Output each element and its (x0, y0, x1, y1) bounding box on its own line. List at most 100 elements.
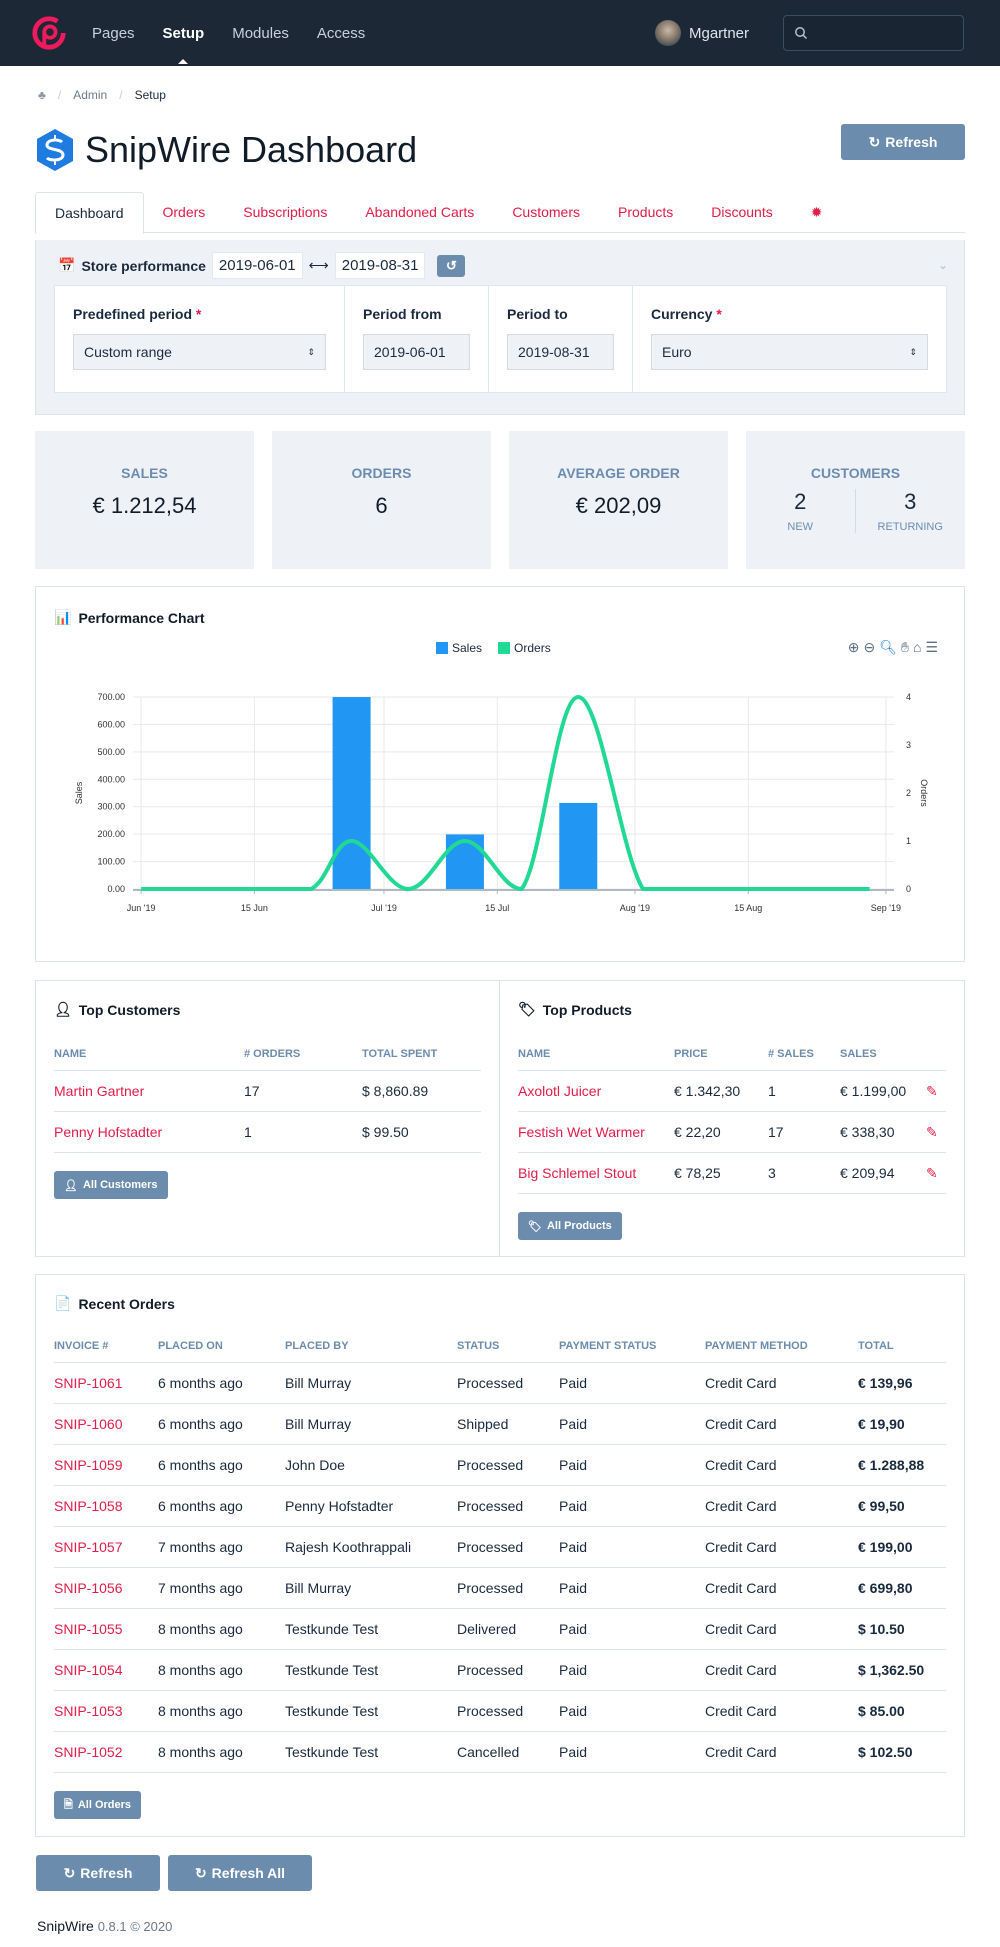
table-row: SNIP-1055 8 months ago Testkunde Test Deliv… (54, 1608, 946, 1650)
row-link[interactable]: SNIP-1053 (54, 1690, 158, 1732)
breadcrumb-setup[interactable]: Setup (135, 88, 166, 102)
row-cell: Processed (457, 1362, 559, 1404)
search-input[interactable] (783, 15, 964, 51)
all-products-label: All Products (546, 1220, 612, 1232)
tab-settings[interactable]: ✹ (792, 192, 842, 233)
row-link[interactable]: Festish Wet Warmer (518, 1111, 674, 1153)
predefined-period-select[interactable]: Custom range ⇕ (73, 334, 326, 370)
orders-line (141, 695, 870, 891)
top-customers-panel: 👤︎ Top Customers NAME # ORDERS TOTAL SPE… (35, 980, 500, 1257)
user-menu[interactable]: Mgartner (655, 20, 749, 46)
row-link[interactable]: SNIP-1060 (54, 1403, 158, 1445)
row-cell: € 199,00 (858, 1526, 946, 1568)
row-link[interactable]: SNIP-1054 (54, 1649, 158, 1691)
tab-subscriptions[interactable]: Subscriptions (224, 192, 346, 233)
row-link[interactable]: Axolotl Juicer (518, 1070, 674, 1112)
tab-customers[interactable]: Customers (493, 192, 599, 233)
row-cell: € 99,50 (858, 1485, 946, 1527)
nav-access[interactable]: Access (317, 25, 365, 42)
row-cell: Testkunde Test (285, 1649, 457, 1691)
row-cell: 8 months ago (158, 1731, 285, 1773)
tab-dashboard[interactable]: Dashboard (35, 192, 144, 234)
reset-period-button[interactable]: ↺ (437, 254, 466, 277)
row-cell: Bill Murray (285, 1403, 457, 1445)
undo-icon: ↺ (446, 257, 457, 273)
performance-chart: 0.00 100.00 200.00 300.00 400.00 500.00 600.00… (74, 692, 929, 913)
row-cell: Paid (559, 1690, 705, 1732)
row-link[interactable]: SNIP-1052 (54, 1731, 158, 1773)
table-row: SNIP-1061 6 months ago Bill Murray Processe… (54, 1362, 946, 1404)
store-performance-header[interactable]: 📅 Store performance 2019-06-01 ⟷ 2019-08… (58, 252, 466, 279)
period-from-input[interactable]: 2019-06-01 (363, 334, 470, 370)
row-link[interactable]: SNIP-1056 (54, 1567, 158, 1609)
col-status: STATUS (457, 1340, 559, 1363)
row-cell: $ 99.50 (362, 1111, 481, 1153)
y-tick-label: 100.00 (97, 857, 125, 867)
top-customers-title-text: Top Customers (78, 1001, 181, 1018)
col-invoice: INVOICE # (54, 1340, 158, 1363)
row-link[interactable]: Penny Hofstadter (54, 1111, 244, 1153)
nav-pages[interactable]: Pages (92, 25, 135, 42)
currency-select[interactable]: Euro ⇕ (651, 334, 928, 370)
row-cell: Paid (559, 1608, 705, 1650)
all-products-button[interactable]: 🏷︎ All Products (518, 1212, 622, 1240)
recent-orders-table: INVOICE # PLACED ON PLACED BY STATUS PAY… (54, 1340, 946, 1773)
x-tick-label: 15 Aug (734, 903, 762, 913)
all-orders-button[interactable]: 🗎 All Orders (54, 1791, 142, 1819)
edit-icon[interactable]: ✎ (926, 1083, 938, 1099)
row-link[interactable]: SNIP-1058 (54, 1485, 158, 1527)
nav-modules[interactable]: Modules (232, 25, 289, 42)
refresh-button[interactable]: ↻ Refresh (841, 124, 965, 160)
user-icon: 👤︎ (64, 1179, 78, 1192)
tab-discounts[interactable]: Discounts (692, 192, 791, 233)
period-to-input[interactable]: 2019-08-31 (507, 334, 614, 370)
document-icon: 📄 (54, 1295, 72, 1311)
edit-icon[interactable]: ✎ (926, 1124, 938, 1140)
tab-orders[interactable]: Orders (144, 192, 225, 233)
edit-icon[interactable]: ✎ (926, 1165, 938, 1181)
currency-label: Currency * (651, 306, 928, 322)
processwire-logo-icon[interactable] (30, 14, 68, 52)
sales-bar (559, 802, 598, 889)
y-tick-label: 0.00 (107, 884, 125, 894)
y-tick-label: 500.00 (97, 747, 125, 757)
table-row: SNIP-1053 8 months ago Testkunde Test Proce… (54, 1690, 946, 1732)
row-link[interactable]: SNIP-1061 (54, 1362, 158, 1404)
row-link[interactable]: Martin Gartner (54, 1070, 244, 1112)
all-customers-button[interactable]: 👤︎ All Customers (54, 1171, 168, 1199)
row-cell: $ 10.50 (858, 1608, 946, 1650)
row-cell: 6 months ago (158, 1485, 285, 1527)
y2-tick-label: 1 (906, 836, 911, 846)
row-cell: 8 months ago (158, 1608, 285, 1650)
row-cell: Credit Card (705, 1485, 858, 1527)
tree-icon[interactable]: ♣ (38, 88, 46, 102)
y-tick-label: 300.00 (97, 802, 125, 812)
chevron-down-icon[interactable]: ⌄ (938, 258, 948, 272)
row-link[interactable]: Big Schlemel Stout (518, 1152, 674, 1194)
tab-products[interactable]: Products (599, 192, 692, 233)
performance-chart-panel: 📊 Performance Chart Sales Orders ⊕ ⊖ 🔍︎ … (35, 586, 965, 962)
row-link[interactable]: SNIP-1057 (54, 1526, 158, 1568)
row-cell: 1 (768, 1070, 840, 1112)
refresh-button-label: Refresh (885, 134, 938, 150)
col-total-spent: TOTAL SPENT (362, 1048, 481, 1071)
row-link[interactable]: SNIP-1059 (54, 1444, 158, 1486)
table-row: Martin Gartner 17 $ 8,860.89 (54, 1070, 481, 1112)
table-header-row: NAME PRICE # SALES SALES (518, 1048, 946, 1071)
y-tick-label: 700.00 (97, 692, 125, 702)
table-row: Big Schlemel Stout € 78,25 3 € 209,94 ✎ (518, 1152, 946, 1194)
refresh-all-button[interactable]: ↻ Refresh All (168, 1855, 312, 1891)
row-link[interactable]: SNIP-1055 (54, 1608, 158, 1650)
refresh-bottom-button[interactable]: ↻ Refresh (36, 1855, 160, 1891)
period-from-field: Period from 2019-06-01 (345, 286, 489, 392)
x-tick-label: Jun '19 (127, 903, 156, 913)
table-row: Festish Wet Warmer € 22,20 17 € 338,30 ✎ (518, 1111, 946, 1153)
breadcrumb-admin[interactable]: Admin (73, 88, 107, 102)
nav-setup[interactable]: Setup (163, 25, 204, 64)
y2-tick-label: 0 (906, 884, 911, 894)
footer-brand: SnipWire (37, 1918, 94, 1934)
tab-abandoned-carts[interactable]: Abandoned Carts (346, 192, 493, 233)
y2-axis-title: Orders (919, 779, 929, 807)
row-cell: Paid (559, 1731, 705, 1773)
top-customers-title: 👤︎ Top Customers (54, 1001, 481, 1018)
